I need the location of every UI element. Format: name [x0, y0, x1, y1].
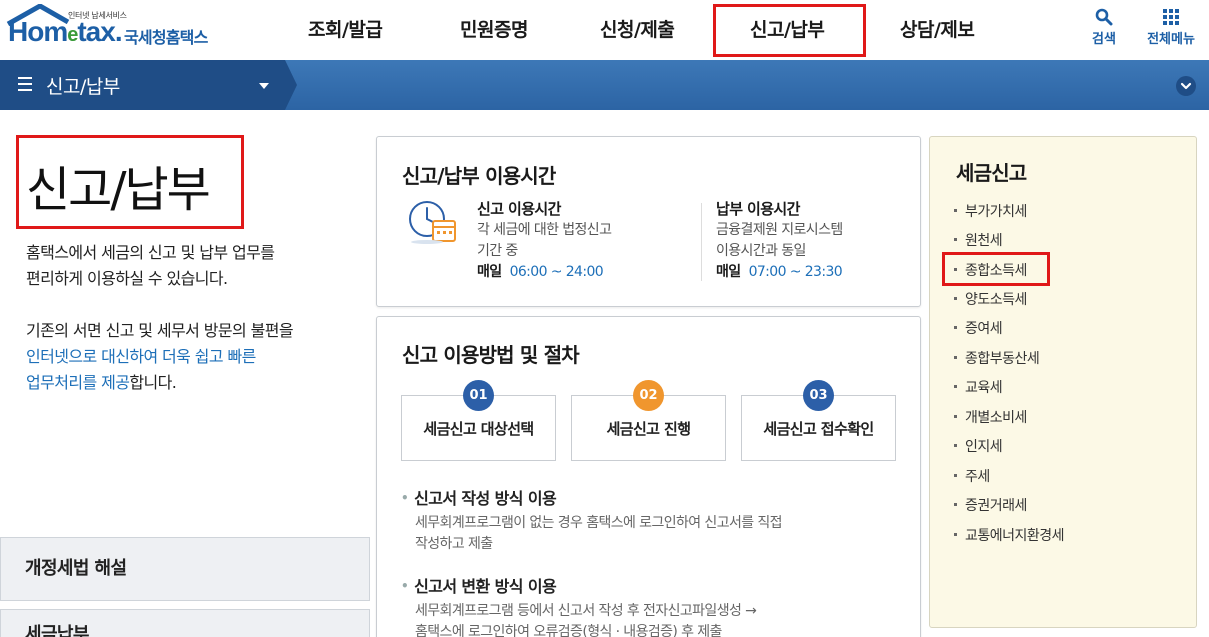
- tax-item-stamp[interactable]: 인지세: [954, 436, 1003, 456]
- report-hours: 신고 이용시간 각 세금에 대한 법정신고 기간 중 매일 06:00 ~ 24:…: [477, 200, 612, 280]
- tax-report-title: 세금신고: [956, 161, 1027, 185]
- step-badge-01: 01: [463, 380, 494, 411]
- tax-item-vat[interactable]: 부가가치세: [954, 201, 1027, 221]
- method-write: 신고서 작성 방식 이용 세무회계프로그램이 없는 경우 홈택스에 로그인하여 …: [401, 485, 782, 555]
- section-title: 신고/납부: [46, 76, 120, 98]
- gnb-item-consult[interactable]: 상담/제보: [900, 0, 975, 60]
- allmenu-button[interactable]: 전체메뉴: [1140, 6, 1202, 47]
- income-tax-highlight: [942, 252, 1050, 286]
- hamburger-icon: [18, 77, 32, 91]
- logo-agency: 국세청홈택스: [124, 28, 208, 47]
- chevron-down-icon: [259, 83, 269, 89]
- search-icon: [1095, 8, 1113, 26]
- active-menu-highlight: [713, 4, 866, 57]
- gnb-item-certificate[interactable]: 민원증명: [460, 0, 528, 60]
- tax-report-panel: 세금신고 부가가치세 원천세 종합소득세 양도소득세 증여세 종합부동산세 교육…: [929, 136, 1197, 628]
- intro-text-1: 홈택스에서 세금의 신고 및 납부 업무를 편리하게 이용하실 수 있습니다.: [26, 243, 275, 288]
- tax-item-liquor[interactable]: 주세: [954, 466, 990, 486]
- procedure-panel: 신고 이용방법 및 절차 세금신고 대상선택 세금신고 진행 세금신고 접수확인…: [376, 316, 921, 637]
- tax-item-property[interactable]: 종합부동산세: [954, 348, 1040, 368]
- hometax-logo[interactable]: 인터넷 납세서비스 Hometax. 국세청홈택스: [6, 2, 236, 56]
- step-badge-03: 03: [803, 380, 834, 411]
- tax-item-withholding[interactable]: 원천세: [954, 230, 1003, 250]
- intro-text-2: 기존의 서면 신고 및 세무서 방문의 불편을 인터넷으로 대신하여 더욱 쉽고…: [26, 321, 294, 392]
- tax-payment-button[interactable]: 세금납부: [0, 609, 370, 637]
- top-header: 인터넷 납세서비스 Hometax. 국세청홈택스 조회/발급 민원증명 신청/…: [0, 0, 1209, 60]
- tax-law-guide-button[interactable]: 개정세법 해설: [0, 537, 370, 601]
- hours-panel: 신고/납부 이용시간 신고 이용시간 각 세금에 대한 법정신고 기간 중 매일…: [376, 136, 921, 307]
- allmenu-label: 전체메뉴: [1147, 32, 1195, 47]
- tax-item-capital-gains[interactable]: 양도소득세: [954, 289, 1027, 309]
- section-nav-bar: 신고/납부: [0, 60, 1209, 110]
- section-selector[interactable]: 신고/납부: [0, 60, 285, 110]
- gnb-item-inquiry[interactable]: 조회/발급: [308, 0, 383, 60]
- tax-item-gift[interactable]: 증여세: [954, 318, 1003, 338]
- grid-icon: [1163, 9, 1179, 25]
- tax-item-securities[interactable]: 증권거래세: [954, 495, 1027, 515]
- page-title-highlight: [16, 135, 244, 229]
- breadcrumb-arrow: [285, 60, 297, 110]
- tax-item-transport-energy[interactable]: 교통에너지환경세: [954, 525, 1065, 545]
- clock-calendar-icon: [409, 201, 456, 244]
- tax-item-consumption[interactable]: 개별소비세: [954, 407, 1027, 427]
- method-convert: 신고서 변환 방식 이용 세무회계프로그램 등에서 신고서 작성 후 전자신고파…: [401, 573, 757, 637]
- divider: [701, 203, 702, 281]
- hours-title: 신고/납부 이용시간: [402, 164, 556, 188]
- step-badge-02: 02: [633, 380, 664, 411]
- expand-button[interactable]: [1176, 76, 1196, 96]
- tax-item-education[interactable]: 교육세: [954, 377, 1003, 397]
- search-button[interactable]: 검색: [1086, 6, 1122, 47]
- gnb-item-application[interactable]: 신청/제출: [600, 0, 675, 60]
- payment-hours: 납부 이용시간 금융결제원 지로시스템 이용시간과 동일 매일 07:00 ~ 2…: [716, 200, 843, 280]
- logo-brand: Hometax.: [8, 16, 123, 47]
- search-label: 검색: [1092, 32, 1116, 47]
- chevron-down-circle-icon: [1180, 82, 1192, 90]
- procedure-title: 신고 이용방법 및 절차: [402, 343, 580, 367]
